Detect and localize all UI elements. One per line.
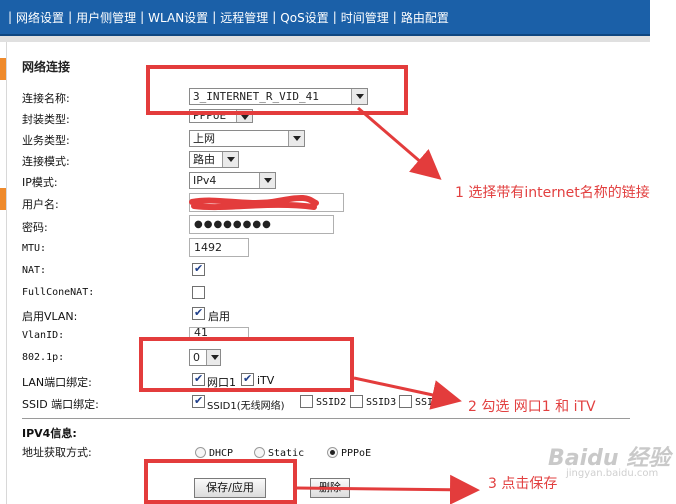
annotation-arrows — [296, 106, 480, 504]
annotation-step1: 1 选择带有internet名称的链接 — [455, 185, 650, 201]
watermark-url: jingyan.baidu.com — [566, 468, 659, 479]
baidu-watermark: Baidu 经验 jingyan.baidu.com — [548, 440, 670, 479]
annotation-step3: 3 点击保存 — [488, 476, 558, 492]
annotation-step2: 2 勾选 网口1 和 iTV — [468, 399, 596, 415]
